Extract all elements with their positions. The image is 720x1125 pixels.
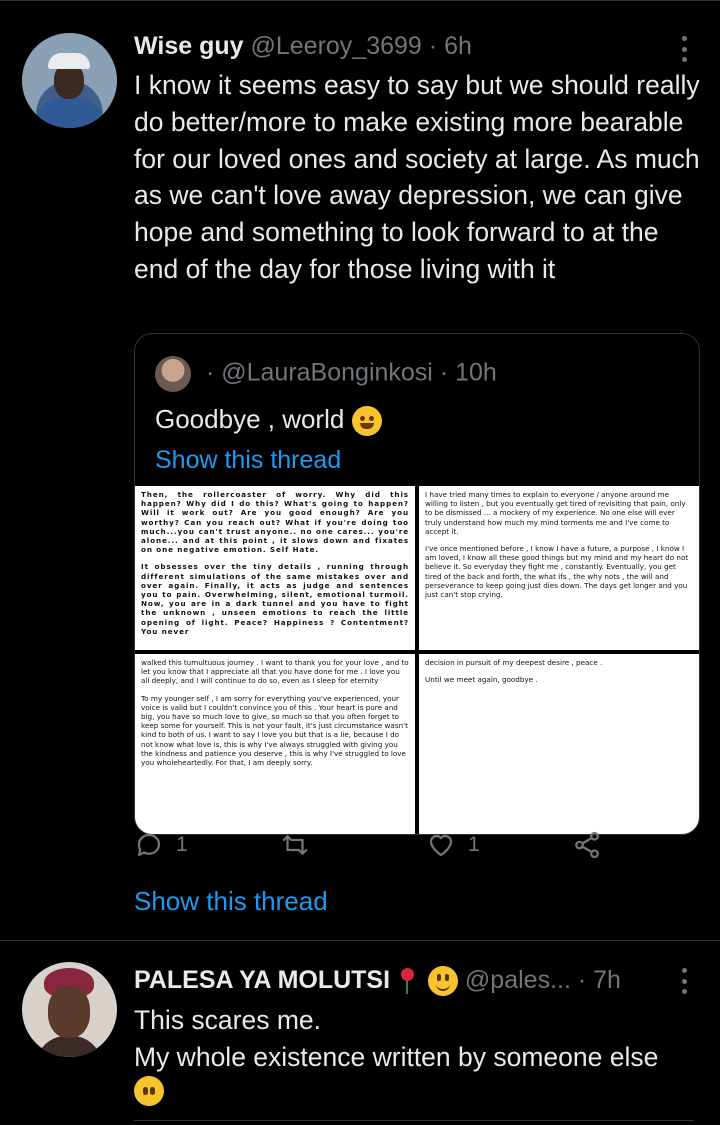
show-this-thread-link[interactable]: Show this thread	[155, 446, 341, 475]
timestamp[interactable]: 6h	[444, 32, 472, 60]
handle: @LauraBonginkosi	[221, 358, 433, 387]
image-text: It obsesses over the tiny details , runn…	[141, 562, 409, 636]
image-text: Then, the rollercoaster of worry. Why di…	[141, 490, 409, 555]
rose-icon	[399, 968, 415, 995]
image-4[interactable]: decision in pursuit of my deepest desire…	[419, 654, 699, 834]
tweet-actions: 1 1	[134, 826, 694, 866]
image-text: decision in pursuit of my deepest desire…	[425, 658, 603, 667]
more-options-icon[interactable]	[677, 36, 691, 62]
timestamp: 10h	[455, 358, 497, 387]
avatar[interactable]	[22, 962, 117, 1057]
tweet-text: This scares me. My whole existence writt…	[134, 1002, 709, 1115]
tweet-text-line: This scares me.	[134, 1005, 322, 1035]
reply-count: 1	[176, 833, 188, 856]
share-icon	[575, 831, 599, 859]
top-divider	[0, 0, 720, 1]
timestamp[interactable]: 7h	[593, 966, 621, 994]
card-edge	[134, 1120, 694, 1121]
tweet-text-line	[134, 1075, 709, 1116]
image-text: Until we meet again, goodbye .	[425, 675, 538, 685]
handle[interactable]: @Leeroy_3699	[250, 32, 421, 60]
image-text: I have tried many times to explain to ev…	[425, 490, 686, 536]
separator: ·	[577, 966, 587, 994]
tweet-text-line: My whole existence written by someone el…	[134, 1041, 659, 1072]
separator: ·	[439, 358, 449, 387]
more-options-icon[interactable]	[677, 968, 691, 994]
image-grid: Then, the rollercoaster of worry. Why di…	[135, 486, 699, 834]
tweet-divider	[0, 940, 720, 941]
reply-icon	[137, 833, 161, 857]
quoted-tweet-header: · @LauraBonginkosi · 10h	[155, 356, 497, 392]
quoted-tweet-text: Goodbye , world	[155, 404, 382, 437]
dot: ·	[205, 358, 215, 387]
handle[interactable]: @pales...	[465, 966, 571, 994]
reply-button[interactable]: 1	[134, 830, 188, 860]
display-name[interactable]: Wise guy	[134, 32, 244, 60]
retweet-icon	[282, 835, 308, 855]
share-button[interactable]	[572, 830, 602, 860]
image-3[interactable]: walked this tumultuous journey . I want …	[135, 654, 415, 834]
like-button[interactable]: 1	[426, 830, 480, 860]
image-1[interactable]: Then, the rollercoaster of worry. Why di…	[135, 486, 415, 650]
retweet-button[interactable]	[280, 830, 310, 860]
face-without-mouth-icon	[134, 1075, 164, 1106]
heart-icon	[429, 834, 453, 857]
avatar	[155, 356, 191, 392]
separator: ·	[428, 32, 438, 60]
like-count: 1	[468, 833, 480, 856]
display-name[interactable]: PALESA YA MOLUTSI	[134, 966, 390, 994]
tweet-header: Wise guy @Leeroy_3699 · 6h	[134, 32, 472, 61]
avatar[interactable]	[22, 33, 117, 128]
image-text: walked this tumultuous journey . I want …	[141, 658, 409, 686]
quoted-text: Goodbye , world	[155, 404, 345, 434]
tweet-text: I know it seems easy to say but we shoul…	[134, 70, 700, 284]
quoted-tweet[interactable]: · @LauraBonginkosi · 10h Goodbye , world…	[134, 333, 700, 835]
image-text: To my younger self , I am sorry for ever…	[141, 693, 408, 768]
image-2[interactable]: I have tried many times to explain to ev…	[419, 486, 699, 650]
smiling-face-icon	[427, 966, 458, 997]
tweet-header: PALESA YA MOLUTSI @pales... · 7h	[134, 966, 621, 997]
hugging-face-icon	[351, 406, 382, 437]
show-this-thread-link[interactable]: Show this thread	[134, 886, 328, 917]
image-text: I've once mentioned before , I know I ha…	[425, 544, 689, 600]
